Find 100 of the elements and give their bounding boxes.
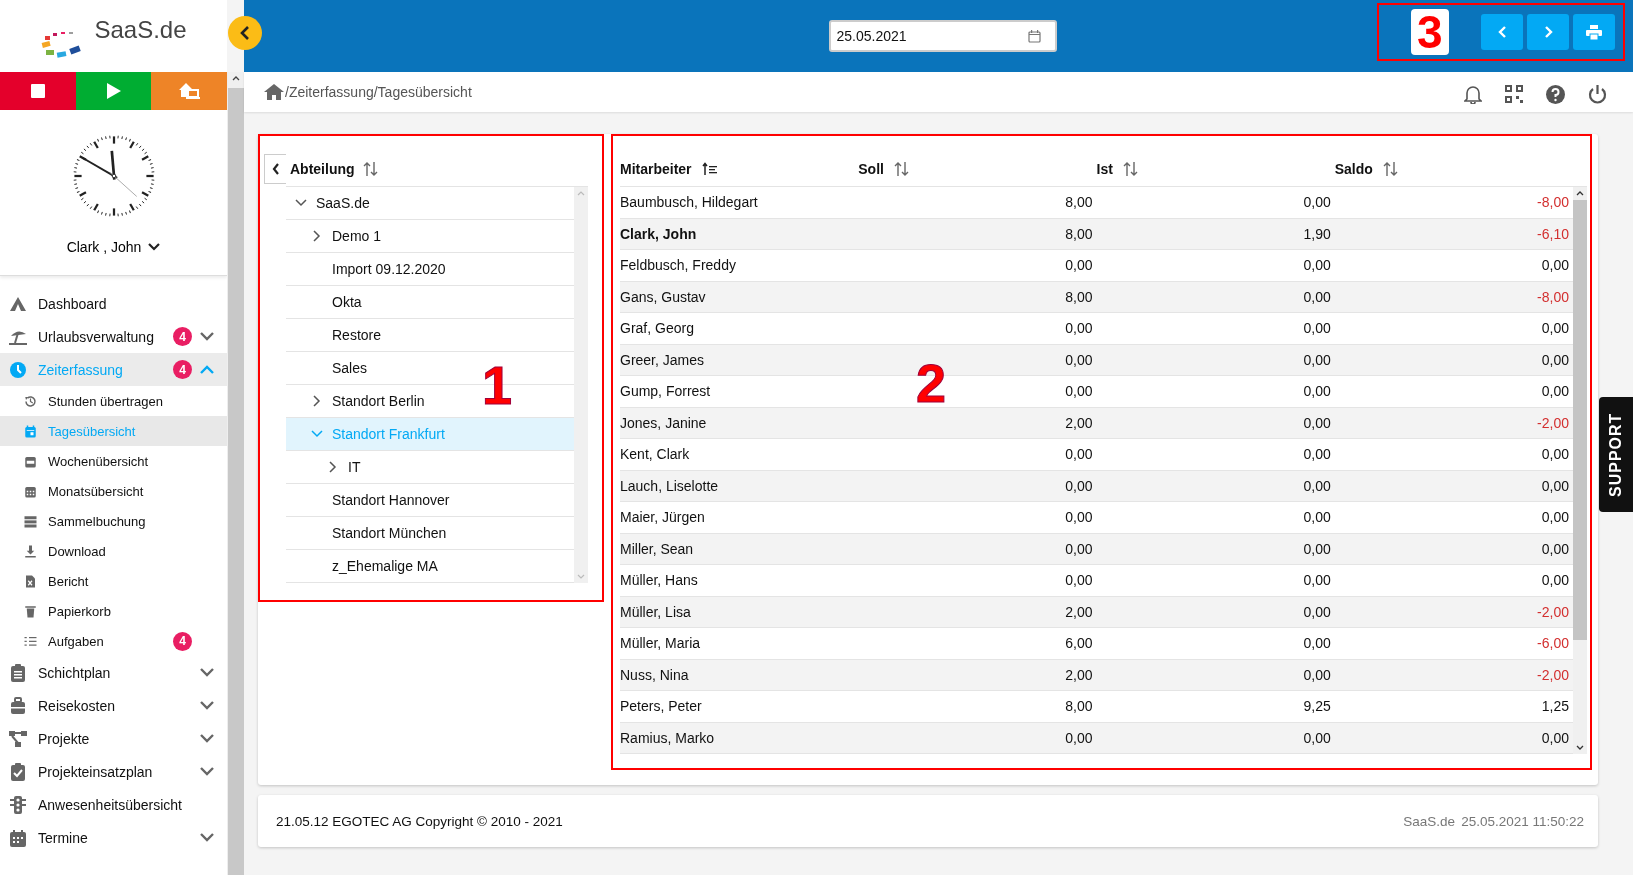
tree-item[interactable]: SaaS.de (286, 187, 574, 220)
sort-icon[interactable] (893, 161, 910, 177)
support-tab[interactable]: SUPPORT (1599, 397, 1633, 512)
nav-item[interactable]: Stunden übertragen (0, 386, 227, 416)
nav-item[interactable]: Monatsübersicht (0, 476, 227, 506)
nav-label: Sammelbuchung (48, 513, 146, 529)
nav-item[interactable]: Wochenübersicht (0, 446, 227, 476)
column-header[interactable]: Soll (858, 161, 884, 177)
clipboard-icon (8, 662, 28, 683)
table-cell-text: 0,00 (1302, 477, 1332, 494)
nav-item[interactable]: Dashboard (0, 287, 227, 320)
chevron-down-icon[interactable] (200, 332, 214, 341)
print-button[interactable] (1573, 14, 1615, 50)
annotation-number: 2 (916, 356, 947, 410)
nav-item[interactable]: Sammelbuchung (0, 506, 227, 536)
nav-item[interactable]: Aufgaben 4 (0, 626, 227, 656)
sort-icon[interactable] (1122, 161, 1139, 177)
table-cell-text: Kent, Clark (620, 446, 691, 463)
scroll-down-icon (1576, 745, 1584, 750)
nav-item[interactable]: Zeiterfassung 4 (0, 353, 227, 386)
chevron-down-icon[interactable] (200, 668, 214, 677)
nav-item[interactable]: Anwesenheitsübersicht (0, 788, 227, 821)
table-cell-text: 0,00 (1302, 414, 1332, 431)
scrollbar[interactable] (574, 187, 588, 583)
scrollbar[interactable] (227, 72, 244, 875)
nav-item[interactable]: Papierkorb (0, 596, 227, 626)
sort-icon[interactable] (1382, 161, 1399, 177)
nav-item[interactable]: Schichtplan (0, 656, 227, 689)
chevron-down-icon[interactable] (200, 734, 214, 743)
chevron-down-icon (148, 242, 161, 251)
table-cell-text: 0,00 (1540, 509, 1570, 526)
help-icon[interactable] (1546, 84, 1565, 104)
column-header[interactable]: Mitarbeiter (620, 161, 692, 177)
nav-label: Schichtplan (38, 664, 111, 681)
nav-item[interactable]: Projekte (0, 722, 227, 755)
start-button[interactable] (75, 72, 152, 110)
scrollbar[interactable] (1573, 187, 1587, 754)
table-cell-text: 8,00 (1064, 698, 1094, 715)
table-cell-text: -8,00 (1536, 288, 1570, 305)
table-cell-text: 0,00 (1064, 446, 1094, 463)
breadcrumb[interactable]: /Zeiterfassung/Tagesübersicht (285, 84, 472, 100)
nav-item[interactable]: Projekteinsatzplan (0, 755, 227, 788)
nav-item[interactable]: Urlaubsverwaltung 4 (0, 320, 227, 353)
table-cell-text: 0,00 (1064, 351, 1094, 368)
chevron-down-icon[interactable] (200, 701, 214, 710)
table-cell-text: 0,00 (1064, 320, 1094, 337)
table-cell-text: 8,00 (1064, 288, 1094, 305)
table-cell-text: Müller, Hans (620, 572, 699, 589)
table-cell-text: Maier, Jürgen (620, 509, 706, 526)
table-cell-text: 0,00 (1302, 603, 1332, 620)
history-icon (23, 393, 38, 409)
calendar-icon (1027, 29, 1041, 43)
nav-label: Projekteinsatzplan (38, 763, 153, 780)
scroll-up-icon (1576, 191, 1584, 196)
chevron-down-icon[interactable] (200, 767, 214, 776)
table-cell-text: 0,00 (1064, 540, 1094, 557)
nav-item[interactable]: Reisekosten (0, 689, 227, 722)
table-cell-text: Baumbusch, Hildegart (620, 194, 759, 211)
table-cell-text: -2,00 (1536, 603, 1570, 620)
tree-item[interactable]: Demo 1 (286, 220, 574, 253)
suitcase-icon (8, 695, 28, 716)
chevron-right-icon (1543, 25, 1553, 39)
table-cell-text: Miller, Sean (620, 540, 695, 557)
stop-button[interactable] (0, 72, 76, 110)
scroll-up-icon (577, 191, 585, 196)
table-cell-text: 2,00 (1064, 666, 1094, 683)
power-icon[interactable] (1588, 84, 1607, 104)
user-menu[interactable]: Clark , John (66, 238, 161, 255)
tree-label: Okta (332, 294, 362, 310)
tree-item[interactable]: IT (286, 451, 574, 484)
column-header[interactable]: Ist (1096, 161, 1113, 177)
nav-item[interactable]: Download (0, 536, 227, 566)
column-header[interactable]: Saldo (1334, 161, 1373, 177)
column-header[interactable]: Abteilung (290, 161, 355, 177)
table-cell-text: 0,00 (1302, 194, 1332, 211)
download-icon (23, 543, 38, 559)
collapse-panel-button[interactable] (264, 154, 286, 184)
date-field[interactable]: 25.05.2021 (828, 20, 1057, 52)
bell-icon[interactable] (1464, 84, 1482, 104)
nav-item[interactable]: Bericht (0, 566, 227, 596)
tree-label: Standort Berlin (332, 393, 425, 409)
chevron-down-icon[interactable] (200, 833, 214, 842)
table-cell-text: -2,00 (1536, 414, 1570, 431)
table-cell-text: -6,00 (1536, 635, 1570, 652)
home-icon[interactable] (264, 84, 284, 100)
table-cell-text: 0,00 (1540, 446, 1570, 463)
table-cell-text: Clark, John (620, 225, 698, 242)
sort-icon[interactable] (362, 161, 379, 177)
hierarchy-icon (8, 728, 28, 749)
home-office-button[interactable] (151, 72, 227, 110)
table-cell-text: 0,00 (1540, 257, 1570, 274)
play-icon (105, 82, 122, 100)
nav-label: Monatsübersicht (48, 483, 144, 499)
table-cell-text: Greer, James (620, 351, 706, 368)
collapse-sidebar-button[interactable] (228, 16, 262, 50)
sort-ascending-icon[interactable] (701, 162, 718, 176)
qr-code-icon[interactable] (1505, 85, 1523, 103)
table-cell-text: Ramius, Marko (620, 729, 716, 746)
nav-item[interactable]: Termine (0, 821, 227, 854)
nav-label: Termine (38, 829, 88, 846)
